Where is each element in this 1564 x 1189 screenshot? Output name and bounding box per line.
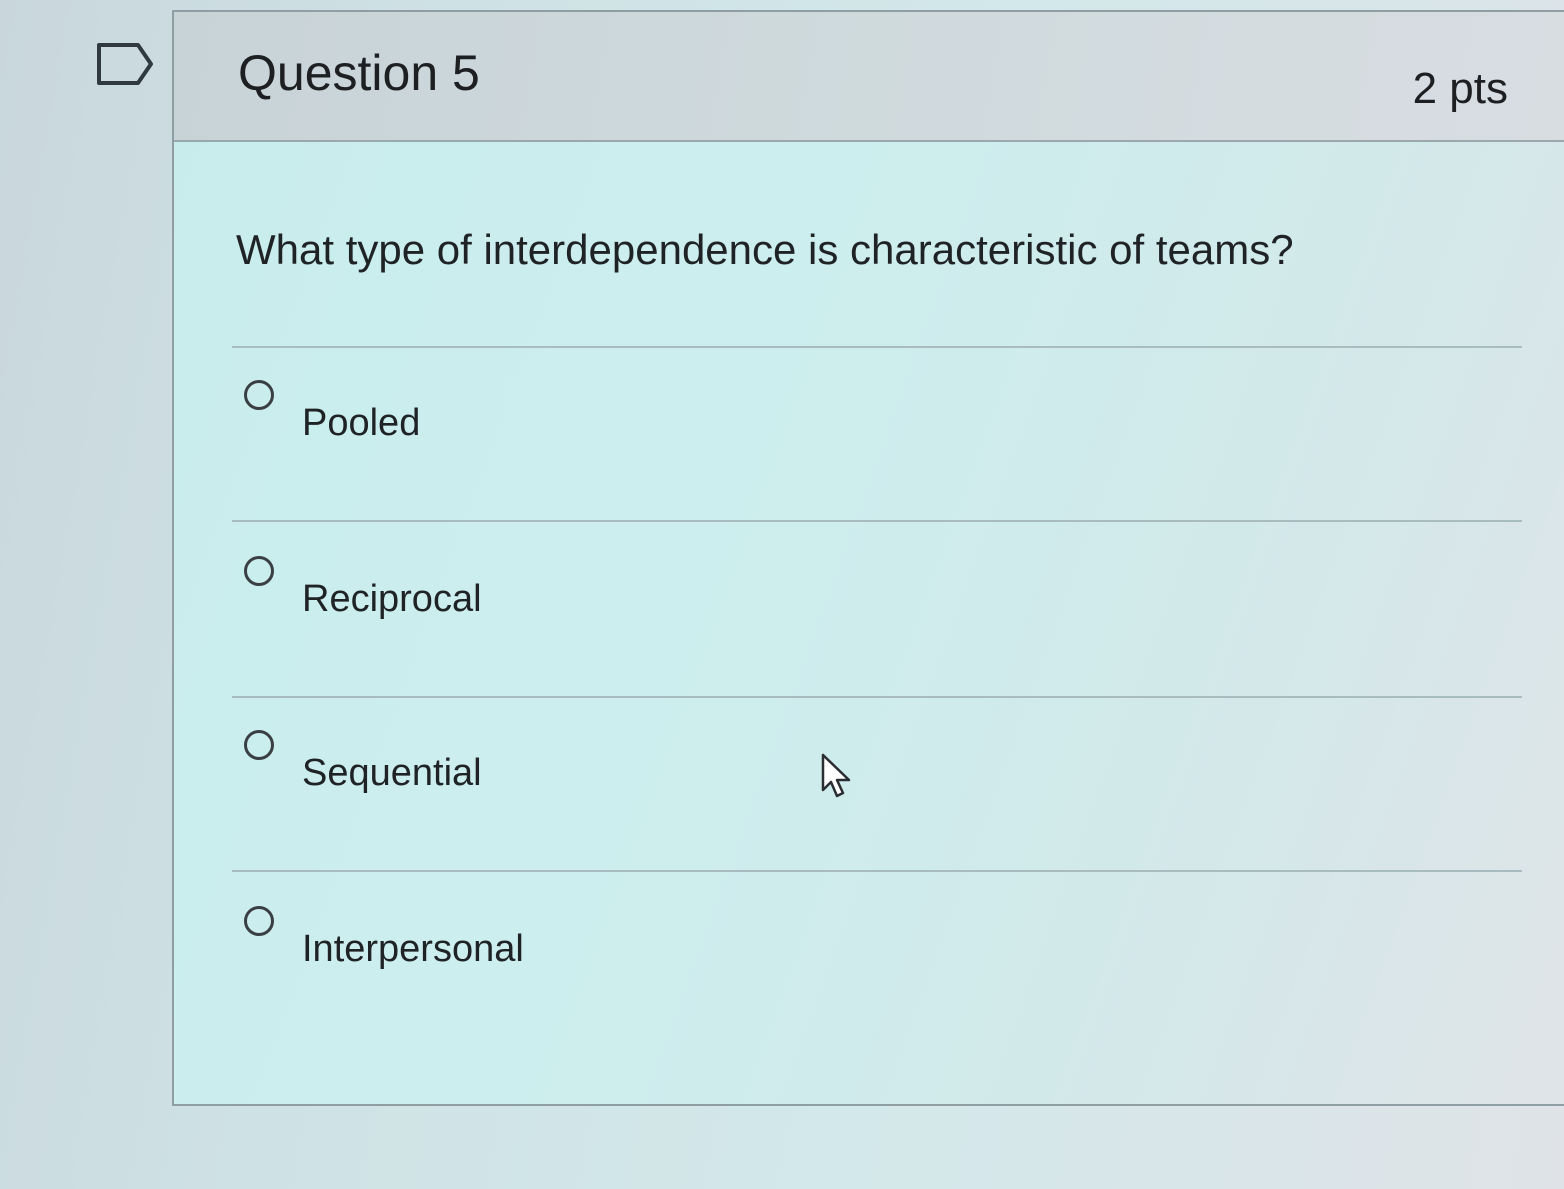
answer-option-interpersonal[interactable]: Interpersonal (244, 906, 1444, 1006)
divider (232, 520, 1522, 522)
question-points: 2 pts (1412, 64, 1508, 113)
divider (232, 346, 1522, 348)
question-title: Question 5 (238, 45, 480, 101)
divider (232, 870, 1522, 872)
answer-option-pooled[interactable]: Pooled (244, 380, 1444, 480)
question-header: Question 5 2 pts (174, 12, 1564, 142)
radio-icon[interactable] (244, 380, 274, 410)
radio-icon[interactable] (244, 906, 274, 936)
answer-label: Sequential (302, 752, 482, 794)
flag-question-icon[interactable] (96, 42, 154, 86)
mouse-pointer-icon (821, 753, 851, 798)
answer-label: Interpersonal (302, 928, 524, 970)
divider (232, 696, 1522, 698)
question-card: Question 5 2 pts What type of interdepen… (172, 10, 1564, 1106)
radio-icon[interactable] (244, 730, 274, 760)
answer-option-reciprocal[interactable]: Reciprocal (244, 556, 1444, 656)
question-prompt: What type of interdependence is characte… (236, 226, 1294, 273)
answer-label: Reciprocal (302, 578, 482, 620)
answer-label: Pooled (302, 402, 421, 444)
radio-icon[interactable] (244, 556, 274, 586)
